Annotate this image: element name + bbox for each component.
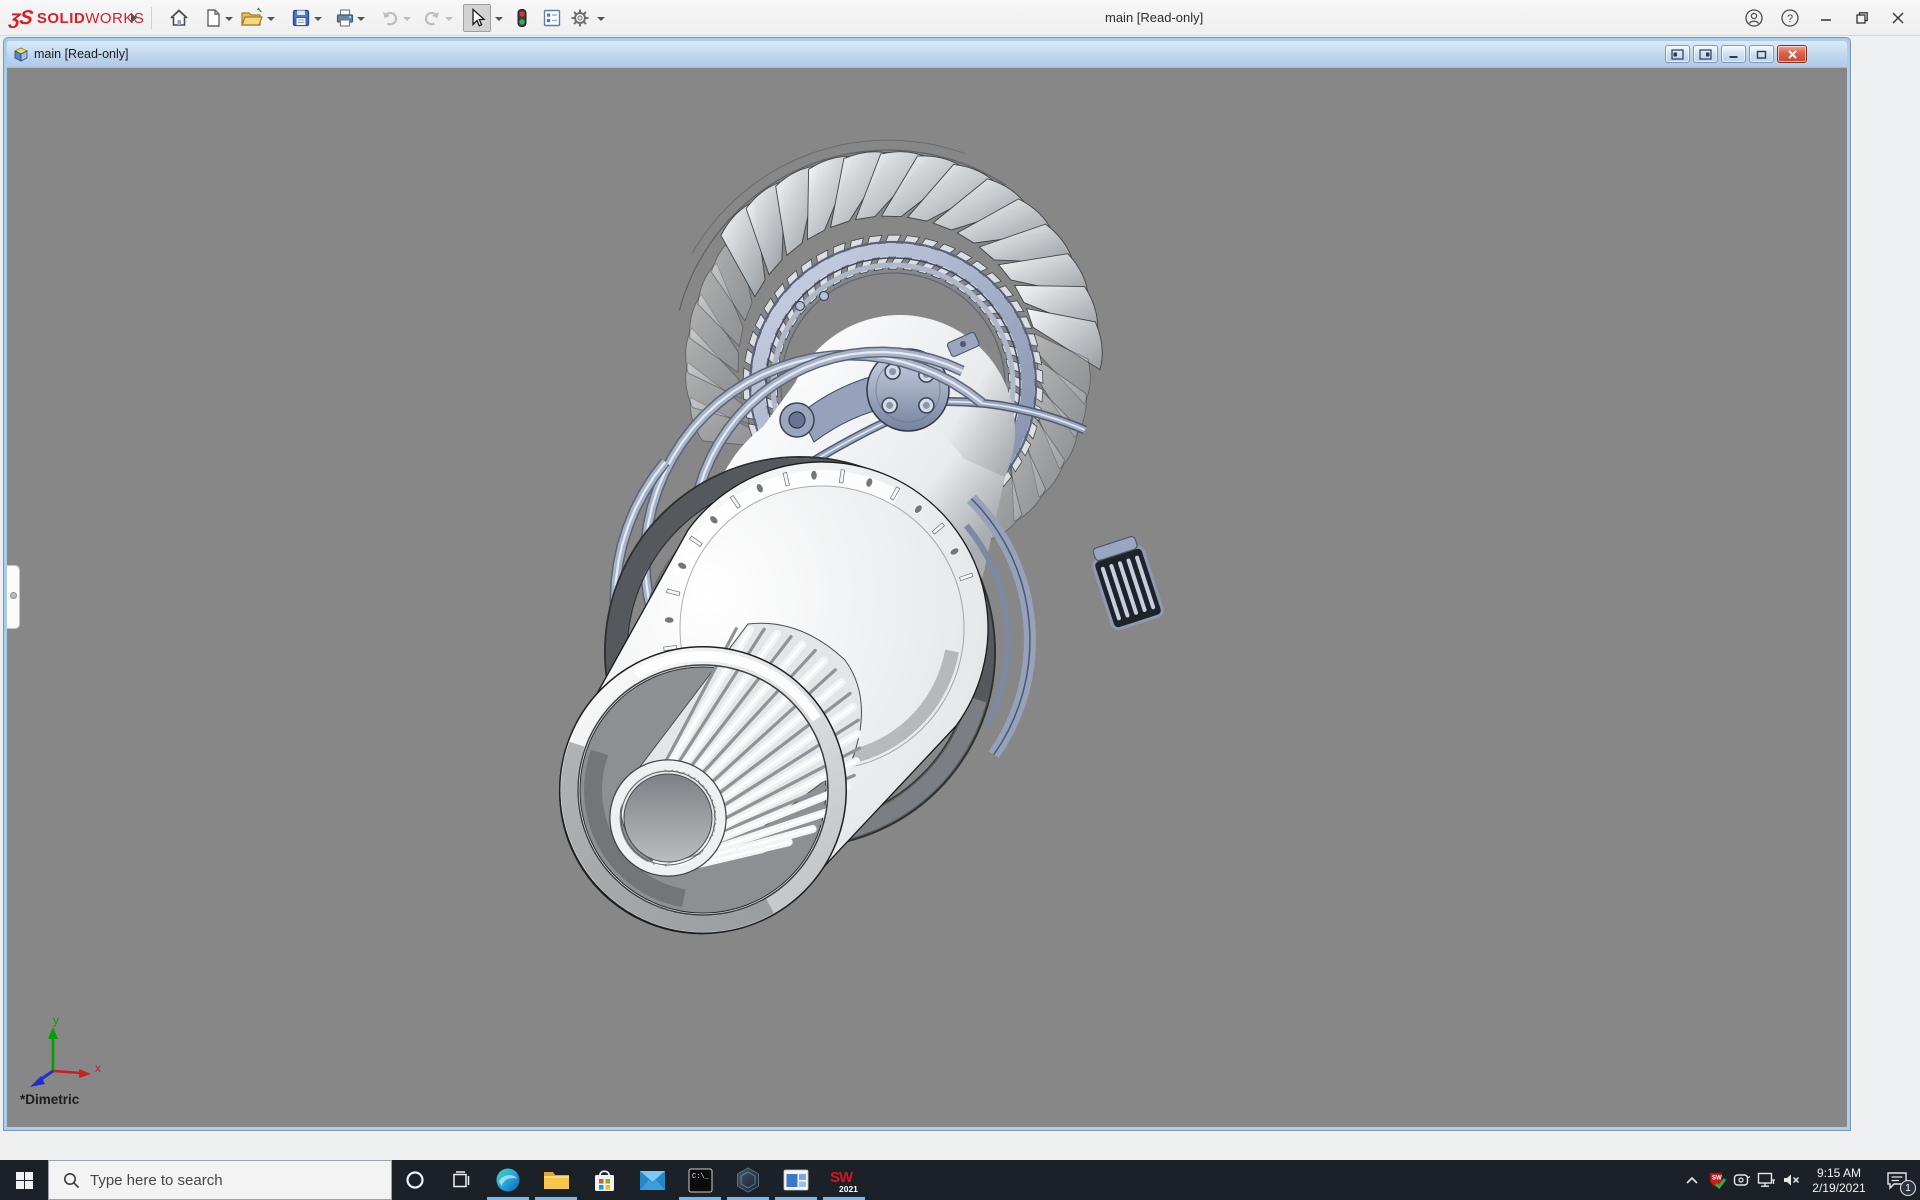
assembly-document-icon <box>13 47 29 62</box>
svg-text:2021: 2021 <box>839 1184 858 1194</box>
start-button[interactable] <box>0 1160 48 1200</box>
open-folder-icon <box>240 7 264 29</box>
mdi-background: main [Read-only] <box>0 36 1920 1160</box>
taskbar-app-store[interactable] <box>580 1160 628 1200</box>
open-dropdown[interactable] <box>266 14 276 24</box>
settings-dropdown[interactable] <box>596 14 606 24</box>
jet-engine-model[interactable] <box>7 68 1847 1127</box>
command-prompt-icon: C:\_ <box>688 1168 713 1193</box>
action-center-button[interactable]: 1 <box>1874 1160 1920 1200</box>
cortana-icon <box>405 1170 425 1190</box>
home-icon <box>168 7 190 29</box>
volume-muted-icon[interactable] <box>1779 1160 1804 1200</box>
minimize-button[interactable] <box>1808 3 1844 33</box>
home-button[interactable] <box>165 4 193 32</box>
print-button[interactable] <box>331 4 359 32</box>
taskbar-app-solidworks[interactable]: SW2021 <box>820 1160 868 1200</box>
settings-gear-icon <box>569 7 591 29</box>
options-list-button[interactable] <box>538 4 566 32</box>
options-list-icon <box>541 7 563 29</box>
clock-date: 2/19/2021 <box>1804 1181 1874 1196</box>
settings-button[interactable] <box>566 4 594 32</box>
close-app-button[interactable] <box>1880 3 1916 33</box>
selection-filter-button[interactable] <box>508 4 536 32</box>
solidworks-tray-icon[interactable]: SW <box>1704 1160 1729 1200</box>
notification-badge: 1 <box>1900 1180 1916 1196</box>
pane-right-button[interactable] <box>1693 45 1718 63</box>
taskbar-search-input[interactable]: Type here to search <box>48 1160 392 1200</box>
new-document-button[interactable] <box>199 4 227 32</box>
print-icon <box>334 7 356 29</box>
panel-knob-icon <box>10 592 17 599</box>
taskbar-app-command-prompt[interactable]: C:\_ <box>676 1160 724 1200</box>
meet-now-icon[interactable] <box>1729 1160 1754 1200</box>
graphics-viewport[interactable]: y x *Dimetric <box>7 68 1847 1127</box>
taskbar-app-edge[interactable] <box>484 1160 532 1200</box>
doc-restore-button[interactable] <box>1749 45 1774 63</box>
document-titlebar[interactable]: main [Read-only] <box>7 41 1847 68</box>
taskbar-app-file-explorer[interactable] <box>532 1160 580 1200</box>
windows-logo-icon <box>16 1172 33 1189</box>
save-button[interactable] <box>287 4 315 32</box>
select-tool-button[interactable] <box>463 4 491 32</box>
save-icon <box>290 7 312 29</box>
user-account-button[interactable] <box>1736 3 1772 33</box>
tray-expand-button[interactable] <box>1679 1160 1704 1200</box>
save-dropdown[interactable] <box>313 14 323 24</box>
app-window-title: main [Read-only] <box>1105 10 1203 25</box>
pane-left-button[interactable] <box>1665 45 1690 63</box>
solidworks-2021-icon: SW2021 <box>829 1167 859 1194</box>
taskbar-app-news[interactable] <box>772 1160 820 1200</box>
select-tool-dropdown[interactable] <box>494 14 504 24</box>
select-cursor-icon <box>466 7 488 29</box>
network-ethernet-icon[interactable] <box>1754 1160 1779 1200</box>
taskbar-app-hexagon[interactable] <box>724 1160 772 1200</box>
task-view-button[interactable] <box>438 1160 484 1200</box>
toolbar-separator <box>151 7 152 29</box>
selection-filter-icon <box>511 7 533 29</box>
view-orientation-label: *Dimetric <box>20 1092 79 1107</box>
svg-text:?: ? <box>1787 13 1793 25</box>
doc-minimize-button[interactable] <box>1721 45 1746 63</box>
svg-text:C:\_: C:\_ <box>692 1173 710 1181</box>
help-button[interactable]: ? <box>1772 3 1808 33</box>
feature-manager-collapsed-tab[interactable] <box>7 565 20 629</box>
tray-clock[interactable]: 9:15 AM 2/19/2021 <box>1804 1165 1874 1196</box>
toolbar-expander-icon[interactable] <box>128 8 140 28</box>
search-placeholder: Type here to search <box>90 1172 223 1189</box>
svg-text:SW: SW <box>1712 1176 1722 1182</box>
undo-button[interactable] <box>376 4 404 32</box>
edge-icon <box>495 1167 521 1193</box>
solidworks-logo: ʒS SOLIDWORKS <box>10 0 144 36</box>
redo-button[interactable] <box>418 4 446 32</box>
hexagon-app-icon <box>735 1167 761 1193</box>
task-view-icon <box>452 1171 471 1190</box>
redo-dropdown <box>444 14 454 24</box>
orientation-triad: y x <box>17 1006 107 1090</box>
print-dropdown[interactable] <box>356 14 366 24</box>
new-document-icon <box>202 7 224 29</box>
document-title: main [Read-only] <box>34 47 129 61</box>
news-app-icon <box>783 1169 809 1191</box>
ds-logo-icon: ʒS <box>8 7 33 30</box>
mail-icon <box>639 1170 666 1191</box>
taskbar-app-mail[interactable] <box>628 1160 676 1200</box>
cortana-button[interactable] <box>392 1160 438 1200</box>
search-icon <box>63 1172 80 1189</box>
restore-button[interactable] <box>1844 3 1880 33</box>
file-explorer-icon <box>543 1168 570 1192</box>
new-document-dropdown[interactable] <box>224 14 234 24</box>
document-window[interactable]: main [Read-only] <box>4 38 1850 1130</box>
undo-dropdown <box>402 14 412 24</box>
clock-time: 9:15 AM <box>1804 1166 1874 1181</box>
open-button[interactable] <box>238 4 266 32</box>
windows-taskbar[interactable]: Type here to search C:\_ SW2021 SW <box>0 1160 1920 1200</box>
doc-close-button[interactable] <box>1777 45 1807 63</box>
triad-x-label: x <box>95 1061 101 1075</box>
undo-icon <box>379 7 401 29</box>
triad-y-label: y <box>53 1013 59 1027</box>
store-icon <box>592 1168 617 1193</box>
redo-icon <box>421 7 443 29</box>
app-titlebar[interactable]: ʒS SOLIDWORKS main [Read-only] ? <box>0 0 1920 36</box>
